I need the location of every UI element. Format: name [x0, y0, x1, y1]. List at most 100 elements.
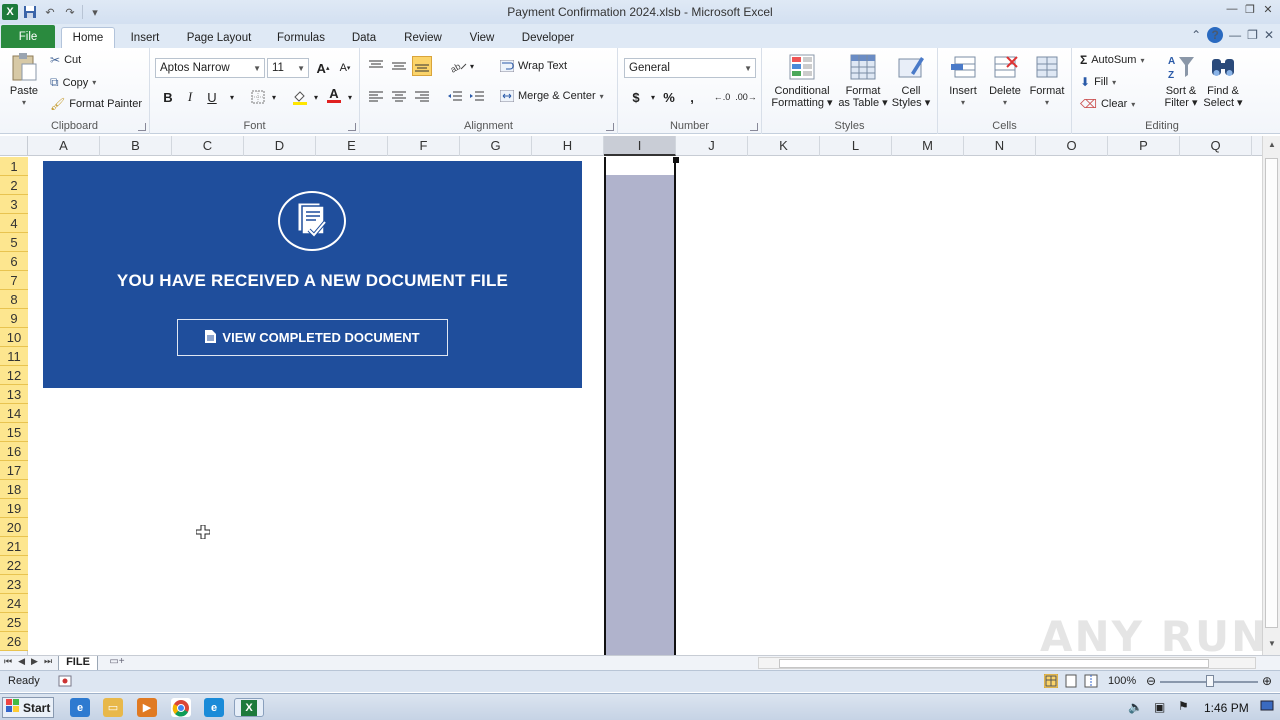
column-header[interactable]: L	[820, 136, 892, 156]
merge-center-button[interactable]: Merge & Center ▾	[500, 90, 604, 102]
vertical-scrollbar[interactable]: ▲ ▼	[1262, 136, 1280, 655]
align-left-icon[interactable]	[366, 87, 386, 107]
column-header[interactable]: P	[1108, 136, 1180, 156]
tab-view[interactable]: View	[462, 27, 502, 48]
column-header[interactable]: O	[1036, 136, 1108, 156]
workbook-minimize-icon[interactable]: —	[1229, 28, 1241, 42]
zoom-slider-knob[interactable]	[1206, 675, 1214, 687]
clear-button[interactable]: ⌫ Clear ▾	[1080, 97, 1135, 111]
select-all-corner[interactable]	[0, 136, 28, 156]
clipboard-launcher-icon[interactable]	[138, 123, 146, 131]
scroll-up-icon[interactable]: ▲	[1266, 140, 1278, 152]
column-header[interactable]: F	[388, 136, 460, 156]
align-right-icon[interactable]	[412, 87, 432, 107]
column-header[interactable]: B	[100, 136, 172, 156]
italic-button[interactable]: I	[180, 87, 200, 107]
row-header[interactable]: 14	[0, 404, 28, 423]
format-as-table-button[interactable]: Format as Table ▾	[838, 52, 888, 109]
column-header[interactable]: Q	[1180, 136, 1252, 156]
orientation-dropdown-icon[interactable]: ▾	[462, 56, 482, 76]
conditional-formatting-button[interactable]: Conditional Formatting ▾	[766, 52, 838, 109]
workbook-restore-icon[interactable]: ❐	[1247, 28, 1258, 42]
format-cells-button[interactable]: Format ▾	[1026, 52, 1068, 109]
edge-icon[interactable]: e	[204, 698, 224, 717]
increase-indent-icon[interactable]	[467, 87, 487, 107]
paste-button[interactable]: Paste ▾	[6, 52, 42, 109]
copy-dropdown-icon[interactable]: ▾	[92, 78, 96, 87]
workbook-close-icon[interactable]: ✕	[1264, 28, 1274, 42]
row-header[interactable]: 4	[0, 214, 28, 233]
font-size-select[interactable]: 11 ▼	[267, 58, 309, 78]
action-center-flag-icon[interactable]: ⚑	[1178, 699, 1189, 713]
tab-formulas[interactable]: Formulas	[270, 27, 332, 48]
sort-filter-button[interactable]: AZ Sort & Filter ▾	[1160, 52, 1202, 109]
row-header[interactable]: 15	[0, 423, 28, 442]
column-header[interactable]: G	[460, 136, 532, 156]
column-header[interactable]: H	[532, 136, 604, 156]
column-header-selected[interactable]: I	[604, 136, 676, 156]
column-header[interactable]: J	[676, 136, 748, 156]
increase-decimal-icon[interactable]: ←.0	[712, 87, 732, 107]
fill-handle[interactable]	[673, 157, 679, 163]
selected-column-range[interactable]	[604, 157, 676, 655]
tab-data[interactable]: Data	[344, 27, 384, 48]
number-launcher-icon[interactable]	[750, 123, 758, 131]
active-cell[interactable]	[606, 157, 674, 175]
bold-button[interactable]: B	[158, 87, 178, 107]
column-header[interactable]: C	[172, 136, 244, 156]
row-header[interactable]: 11	[0, 347, 28, 366]
show-desktop-icon[interactable]	[1260, 699, 1274, 716]
restore-icon[interactable]: ❐	[1242, 2, 1258, 16]
column-header[interactable]: M	[892, 136, 964, 156]
file-explorer-icon[interactable]: ▭	[103, 698, 123, 717]
autosum-button[interactable]: Σ AutoSum ▾	[1080, 53, 1144, 67]
zoom-in-icon[interactable]: ⊕	[1262, 674, 1272, 688]
row-header[interactable]: 21	[0, 537, 28, 556]
find-select-button[interactable]: Find & Select ▾	[1202, 52, 1244, 109]
merge-dropdown-icon[interactable]: ▾	[600, 92, 604, 101]
decrease-font-icon[interactable]: A ▾	[335, 58, 355, 78]
tab-file[interactable]: File	[1, 25, 55, 48]
fill-color-dropdown-icon[interactable]: ▾	[306, 87, 326, 107]
comma-button[interactable]: ,	[682, 87, 702, 107]
column-header[interactable]: A	[28, 136, 100, 156]
insert-cells-button[interactable]: Insert ▾	[942, 52, 984, 109]
minimize-icon[interactable]: —	[1224, 2, 1240, 16]
normal-view-icon[interactable]	[1043, 673, 1059, 691]
first-sheet-icon[interactable]: ⏮	[4, 656, 12, 667]
cell-styles-button[interactable]: Cell Styles ▾	[890, 52, 932, 109]
row-header[interactable]: 18	[0, 480, 28, 499]
minimize-ribbon-icon[interactable]: ⌃	[1191, 28, 1201, 42]
font-color-dropdown-icon[interactable]: ▾	[340, 87, 360, 107]
zoom-level[interactable]: 100%	[1108, 675, 1136, 687]
row-header[interactable]: 24	[0, 594, 28, 613]
zoom-out-icon[interactable]: ⊖	[1146, 674, 1156, 688]
row-header[interactable]: 23	[0, 575, 28, 594]
tab-insert[interactable]: Insert	[122, 27, 168, 48]
vertical-scroll-thumb[interactable]	[1265, 158, 1278, 628]
copy-button[interactable]: ⧉ Copy ▾	[50, 75, 96, 90]
row-header[interactable]: 12	[0, 366, 28, 385]
font-launcher-icon[interactable]	[348, 123, 356, 131]
column-header[interactable]: D	[244, 136, 316, 156]
column-header[interactable]: N	[964, 136, 1036, 156]
top-align-icon[interactable]	[366, 56, 386, 76]
row-header[interactable]: 5	[0, 233, 28, 252]
column-header[interactable]: E	[316, 136, 388, 156]
row-header[interactable]: 2	[0, 176, 28, 195]
decrease-indent-icon[interactable]	[445, 87, 465, 107]
insert-sheet-icon[interactable]: ▭+	[106, 656, 128, 670]
number-format-select[interactable]: General ▼	[624, 58, 756, 78]
sheet-tab-file[interactable]: FILE	[58, 656, 98, 671]
fill-button[interactable]: ⬇ Fill ▾	[1080, 75, 1116, 89]
page-layout-view-icon[interactable]	[1064, 674, 1078, 691]
row-header[interactable]: 19	[0, 499, 28, 518]
row-header[interactable]: 13	[0, 385, 28, 404]
underline-dropdown-icon[interactable]: ▾	[222, 87, 242, 107]
row-header[interactable]: 8	[0, 290, 28, 309]
internet-explorer-icon[interactable]: e	[70, 698, 90, 717]
row-header[interactable]: 3	[0, 195, 28, 214]
increase-font-icon[interactable]: A ▴	[313, 58, 333, 78]
row-header[interactable]: 20	[0, 518, 28, 537]
row-header[interactable]: 9	[0, 309, 28, 328]
